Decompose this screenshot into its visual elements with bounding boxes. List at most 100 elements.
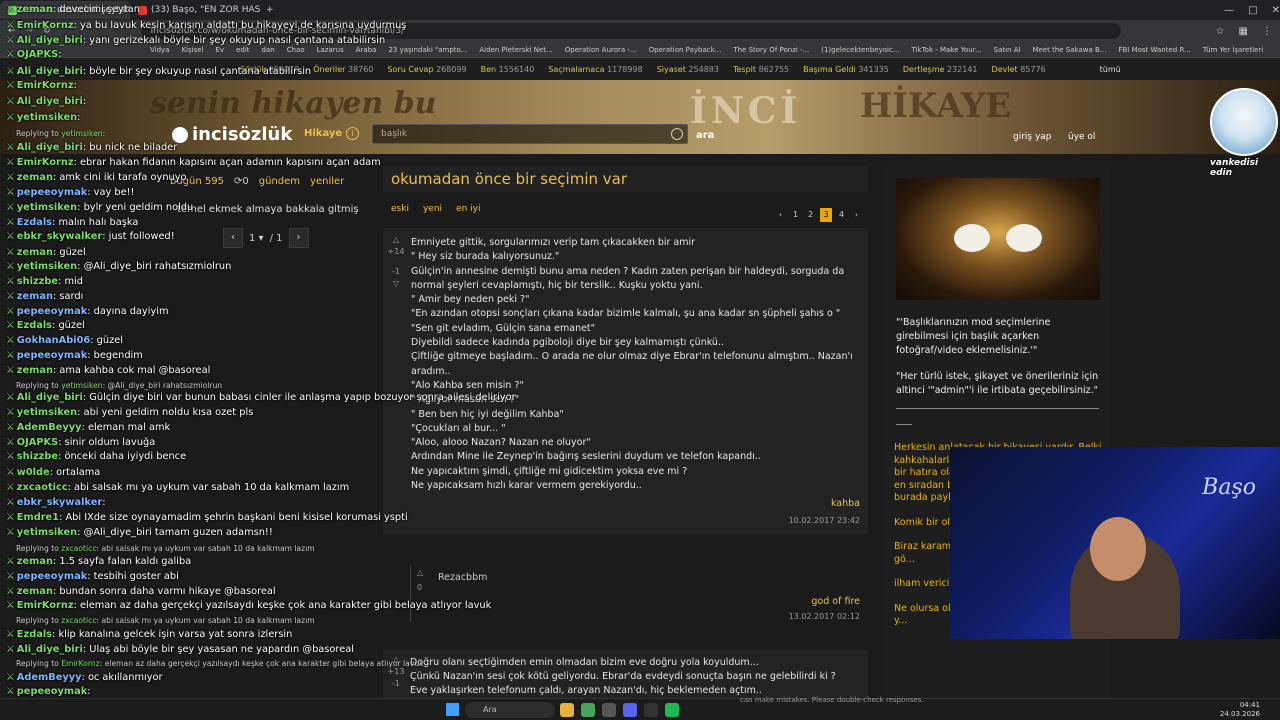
category-link[interactable]: Soru Cevap 268099 [387, 65, 466, 74]
browser-tab[interactable]: (33) Başo, "EN ZOR HASTAM K... [130, 1, 260, 19]
info-icon[interactable]: i [346, 127, 359, 140]
windows-start-icon[interactable] [446, 703, 459, 716]
chat-username[interactable]: zeman [17, 247, 53, 258]
category-link[interactable]: Öneriler 38760 [313, 65, 373, 74]
downvote-icon[interactable]: ▽ [387, 278, 405, 290]
pager-current-page[interactable]: 3 [820, 208, 832, 222]
left-topic-link[interactable]: temel ekmek almaya bakkala gitmiş [177, 204, 359, 215]
chat-username[interactable]: EmirKornz [17, 600, 74, 611]
app-icon[interactable] [602, 703, 616, 717]
chat-username[interactable]: ebkr_skywalker [17, 497, 102, 508]
chat-username[interactable]: OJAPKS [17, 49, 58, 60]
chat-username[interactable]: zeman [17, 556, 53, 567]
bookmark-item[interactable]: Chao [287, 46, 305, 54]
chat-username[interactable]: pepeeoymak [17, 187, 87, 198]
category-link[interactable]: Başıma Geldi 341335 [803, 65, 889, 74]
pager-page[interactable]: 4 [836, 208, 847, 222]
chat-username[interactable]: pepeeoymak [17, 686, 87, 697]
bookmark-item[interactable]: Meet the Sakawa B... [1032, 46, 1106, 54]
chat-username[interactable]: Ali_diye_biri [17, 66, 83, 77]
chat-username[interactable]: Ezdals [17, 629, 52, 640]
refresh-link[interactable]: ⟳0 [234, 176, 249, 187]
section-link[interactable]: Hikaye [304, 128, 342, 139]
entry-author[interactable]: kahba [411, 497, 860, 511]
topic-title[interactable]: okumadan önce bir seçimin var [383, 166, 868, 192]
category-link[interactable]: Tespit 862755 [733, 65, 789, 74]
bookmark-item[interactable]: FBI Most Wanted R... [1118, 46, 1190, 54]
bookmark-item[interactable]: Ev [216, 46, 225, 54]
chat-username[interactable]: w0lde [17, 467, 50, 478]
bookmark-item[interactable]: Kişisel [181, 46, 203, 54]
chat-username[interactable]: Ali_diye_biri [17, 142, 83, 153]
category-link[interactable]: Siyaset 254883 [657, 65, 719, 74]
chat-username[interactable]: Ali_diye_biri [17, 35, 83, 46]
sort-new[interactable]: yeni [423, 204, 442, 214]
taskbar-search[interactable]: Ara [465, 702, 555, 718]
chat-username[interactable]: pepeeoymak [17, 350, 87, 361]
upvote-icon[interactable]: △ [417, 568, 423, 577]
reply-date[interactable]: 13.02.2017 02:12 [789, 612, 860, 621]
login-link[interactable]: giriş yap [1013, 132, 1052, 142]
page-select[interactable]: 1 ▾ [249, 233, 264, 244]
pager-page[interactable]: 1 [790, 208, 801, 222]
chat-username[interactable]: OJAPKS [17, 437, 58, 448]
star-icon[interactable]: ☆ [1216, 26, 1225, 37]
chat-username[interactable]: zeman [17, 365, 53, 376]
bookmark-item[interactable]: Aiden Pleterski Net... [479, 46, 552, 54]
chat-username[interactable]: shizzbe [17, 451, 58, 462]
chat-username[interactable]: yetimsiken [17, 202, 77, 213]
bookmark-item[interactable]: Araba [356, 46, 377, 54]
search-button[interactable]: ara [696, 130, 714, 141]
bookmark-item[interactable]: dan [262, 46, 275, 54]
chat-username[interactable]: ebkr_skywalker [17, 231, 102, 242]
category-link[interactable]: Saçmalamaca 1178998 [548, 65, 642, 74]
next-page-button[interactable]: › [288, 228, 309, 248]
bookmark-item[interactable]: Lazarus [317, 46, 344, 54]
search-input[interactable]: başlık [372, 124, 688, 144]
bookmark-item[interactable]: Satın Al [994, 46, 1021, 54]
new-tab-icon[interactable]: + [266, 5, 274, 15]
categories-all-link[interactable]: tümü [1100, 65, 1121, 74]
chat-username[interactable]: AdemBeyyy [17, 422, 82, 433]
chat-username[interactable]: zeman [17, 172, 53, 183]
site-logo[interactable]: incisözlük [172, 124, 292, 145]
chat-username[interactable]: Ezdals [17, 320, 52, 331]
category-link[interactable]: Dertleşme 232141 [903, 65, 978, 74]
chat-username[interactable]: Ezdals [17, 217, 52, 228]
bookmark-item[interactable]: edit [236, 46, 249, 54]
signup-link[interactable]: üye ol [1068, 132, 1095, 142]
chat-username[interactable]: yetimsiken [17, 261, 77, 272]
bookmark-item[interactable]: Operation Aurora -... [565, 46, 637, 54]
chat-username[interactable]: yetimsiken [17, 407, 77, 418]
obs-icon[interactable] [644, 703, 658, 717]
discord-icon[interactable] [623, 703, 637, 717]
bookmark-item[interactable]: (1)gelecektenbeyoic... [821, 46, 899, 54]
bookmark-item[interactable]: TikTok - Make Your... [912, 46, 982, 54]
chat-username[interactable]: zeman [17, 291, 53, 302]
clock[interactable]: 04:41 24.03.2026 [1220, 701, 1260, 719]
new-link[interactable]: yeniler [310, 176, 344, 187]
bookmark-item[interactable]: Tüm Yer İşaretleri [1203, 46, 1263, 54]
upvote-icon[interactable]: △ [387, 234, 405, 246]
chrome-icon[interactable] [581, 703, 595, 717]
prev-page-button[interactable]: ‹ [223, 228, 243, 248]
bookmark-item[interactable]: The Story Of Ponzi -... [733, 46, 809, 54]
chat-username[interactable]: zxcaoticc [17, 482, 68, 493]
pager-page[interactable]: 2 [805, 208, 816, 222]
explorer-icon[interactable] [560, 703, 574, 717]
menu-icon[interactable]: ⋮ [1262, 26, 1272, 37]
minimize-icon[interactable]: — [1224, 5, 1234, 16]
sort-best[interactable]: en iyi [456, 204, 480, 214]
chat-username[interactable]: pepeeoymak [17, 571, 87, 582]
category-link[interactable]: Ben 1556140 [481, 65, 535, 74]
entry-date[interactable]: 10.02.2017 23:42 [411, 514, 860, 528]
chat-username[interactable]: EmirKornz [17, 80, 74, 91]
chat-username[interactable]: Ali_diye_biri [17, 644, 83, 655]
chat-username[interactable]: pepeeoymak [17, 306, 87, 317]
chat-username[interactable]: Emdre1 [17, 512, 59, 523]
bookmark-item[interactable]: Vidya [150, 46, 169, 54]
chat-username[interactable]: EmirKornz [17, 20, 74, 31]
chat-username[interactable]: zeman [17, 4, 53, 15]
bookmark-item[interactable]: 23 yaşındaki "ampto... [388, 46, 467, 54]
pager-prev-icon[interactable]: ‹ [775, 208, 786, 222]
